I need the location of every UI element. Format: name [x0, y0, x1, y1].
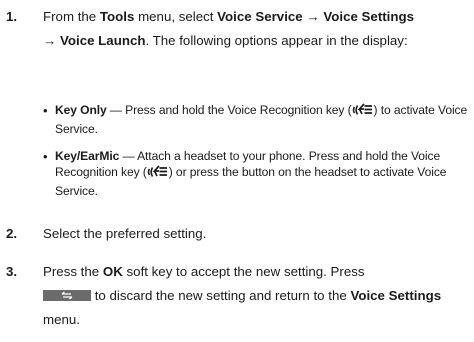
tools-menu-label: Tools [99, 9, 135, 24]
option-name: Key/EarMic [55, 149, 120, 163]
option-text: Key Only — Press and hold the Voice Reco… [55, 103, 468, 136]
step-text: Press the OK soft key to accept the new … [43, 264, 442, 327]
bullet-point: • [43, 149, 48, 164]
step-text: From the Tools menu, select Voice Servic… [43, 9, 415, 48]
back-key-icon [43, 290, 91, 301]
option-text: Key/EarMic — Attach a headset to your ph… [55, 149, 447, 198]
step-number: 2. [6, 226, 18, 241]
option-name: Key Only [55, 103, 107, 117]
ok-key-label: OK [102, 264, 123, 279]
bullet-point: • [43, 103, 48, 118]
voice-recognition-key-icon [147, 165, 169, 183]
manual-page: 1. From the Tools menu, select Voice Ser… [0, 0, 474, 342]
step-number: 1. [6, 9, 18, 24]
voice-recognition-key-icon [352, 103, 374, 121]
step-text: Select the preferred setting. [43, 226, 207, 241]
step-number: 3. [6, 264, 18, 279]
